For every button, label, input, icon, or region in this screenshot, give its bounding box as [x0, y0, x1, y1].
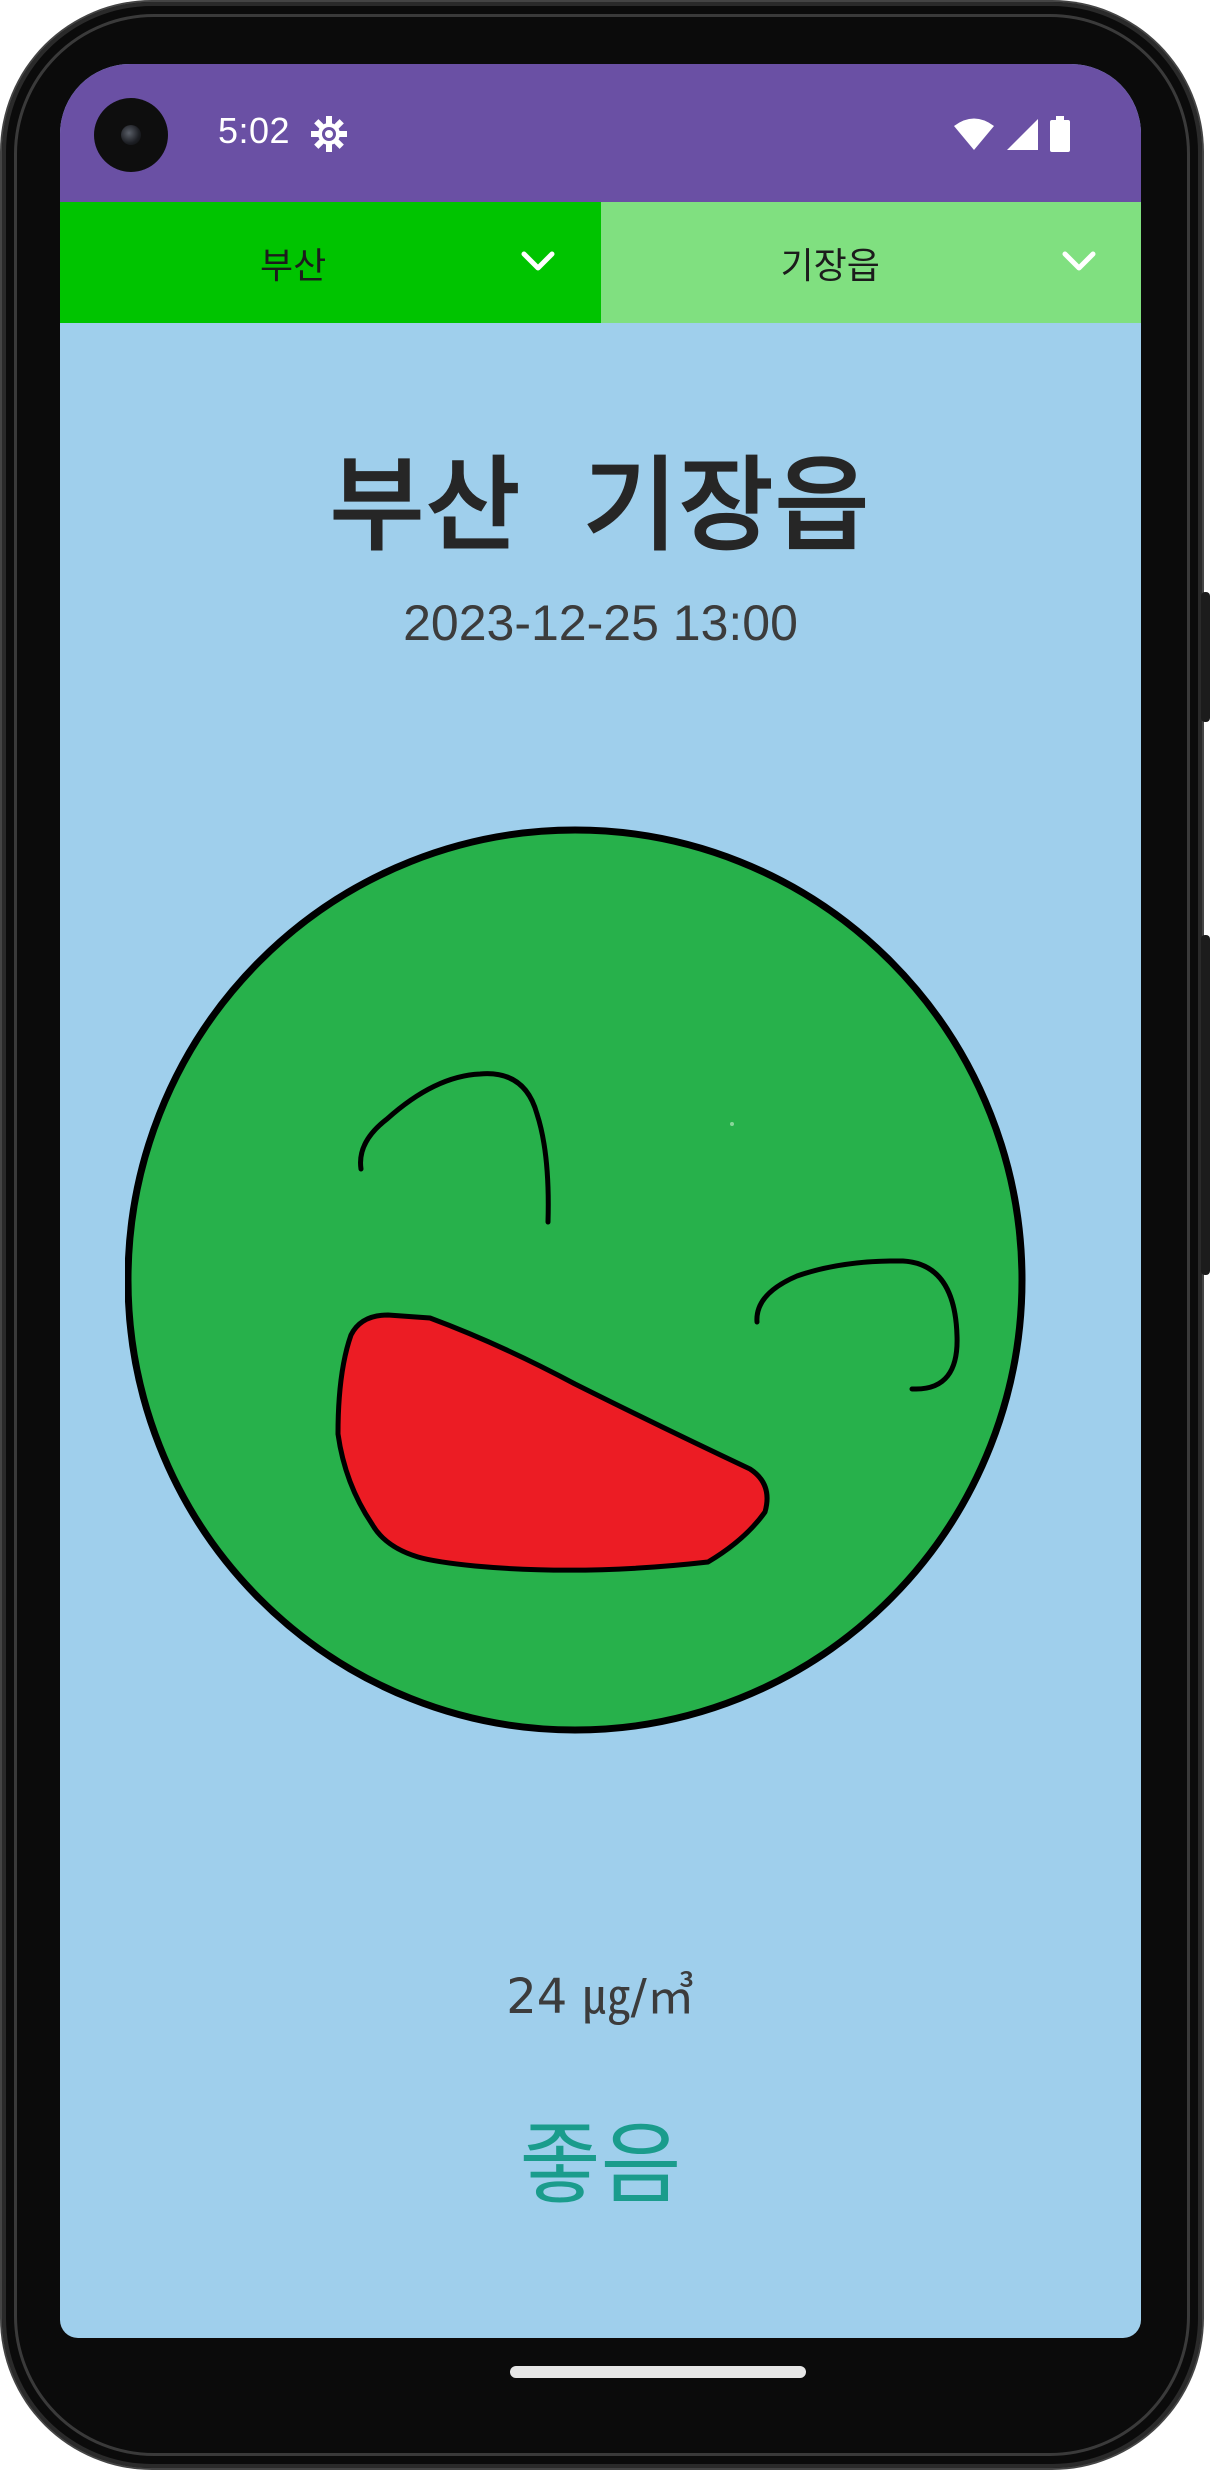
pm-concentration: 24 ㎍/㎥: [506, 1969, 695, 2025]
chevron-down-icon: [1062, 251, 1095, 271]
phone-frame: 5:02 부산 기장읍 부산 기장읍 2023-12-25 13:00 24 ㎍…: [0, 0, 1211, 2474]
wifi-icon: [954, 118, 994, 150]
measurement-time: 2023-12-25 13:00: [403, 595, 798, 651]
app-screen: 5:02 부산 기장읍 부산 기장읍 2023-12-25 13:00 24 ㎍…: [60, 64, 1141, 2338]
chevron-down-icon: [521, 251, 555, 271]
district-dropdown-value: 기장읍: [780, 245, 880, 287]
region-selector-bar: 부산 기장읍: [60, 202, 1141, 323]
province-dropdown-value: 부산: [260, 245, 327, 287]
gear-icon: [311, 116, 347, 152]
happy-face-icon: [125, 826, 1026, 1734]
front-camera: [94, 98, 168, 172]
status-bar: 5:02: [60, 64, 1141, 202]
signal-icon: [1007, 119, 1038, 150]
air-quality-grade: 좋음: [519, 2113, 682, 2216]
camera-lens: [121, 125, 141, 145]
power-button: [1201, 592, 1210, 722]
gesture-nav-bar: [60, 2338, 1141, 2418]
home-handle[interactable]: [510, 2366, 806, 2378]
district-dropdown[interactable]: 기장읍: [600, 202, 1141, 323]
battery-icon: [1050, 116, 1070, 152]
volume-button: [1201, 935, 1210, 1275]
province-dropdown[interactable]: 부산: [60, 202, 601, 323]
location-title: 부산 기장읍: [330, 447, 871, 566]
status-clock: 5:02: [218, 110, 291, 151]
status-icons: [953, 114, 1071, 154]
